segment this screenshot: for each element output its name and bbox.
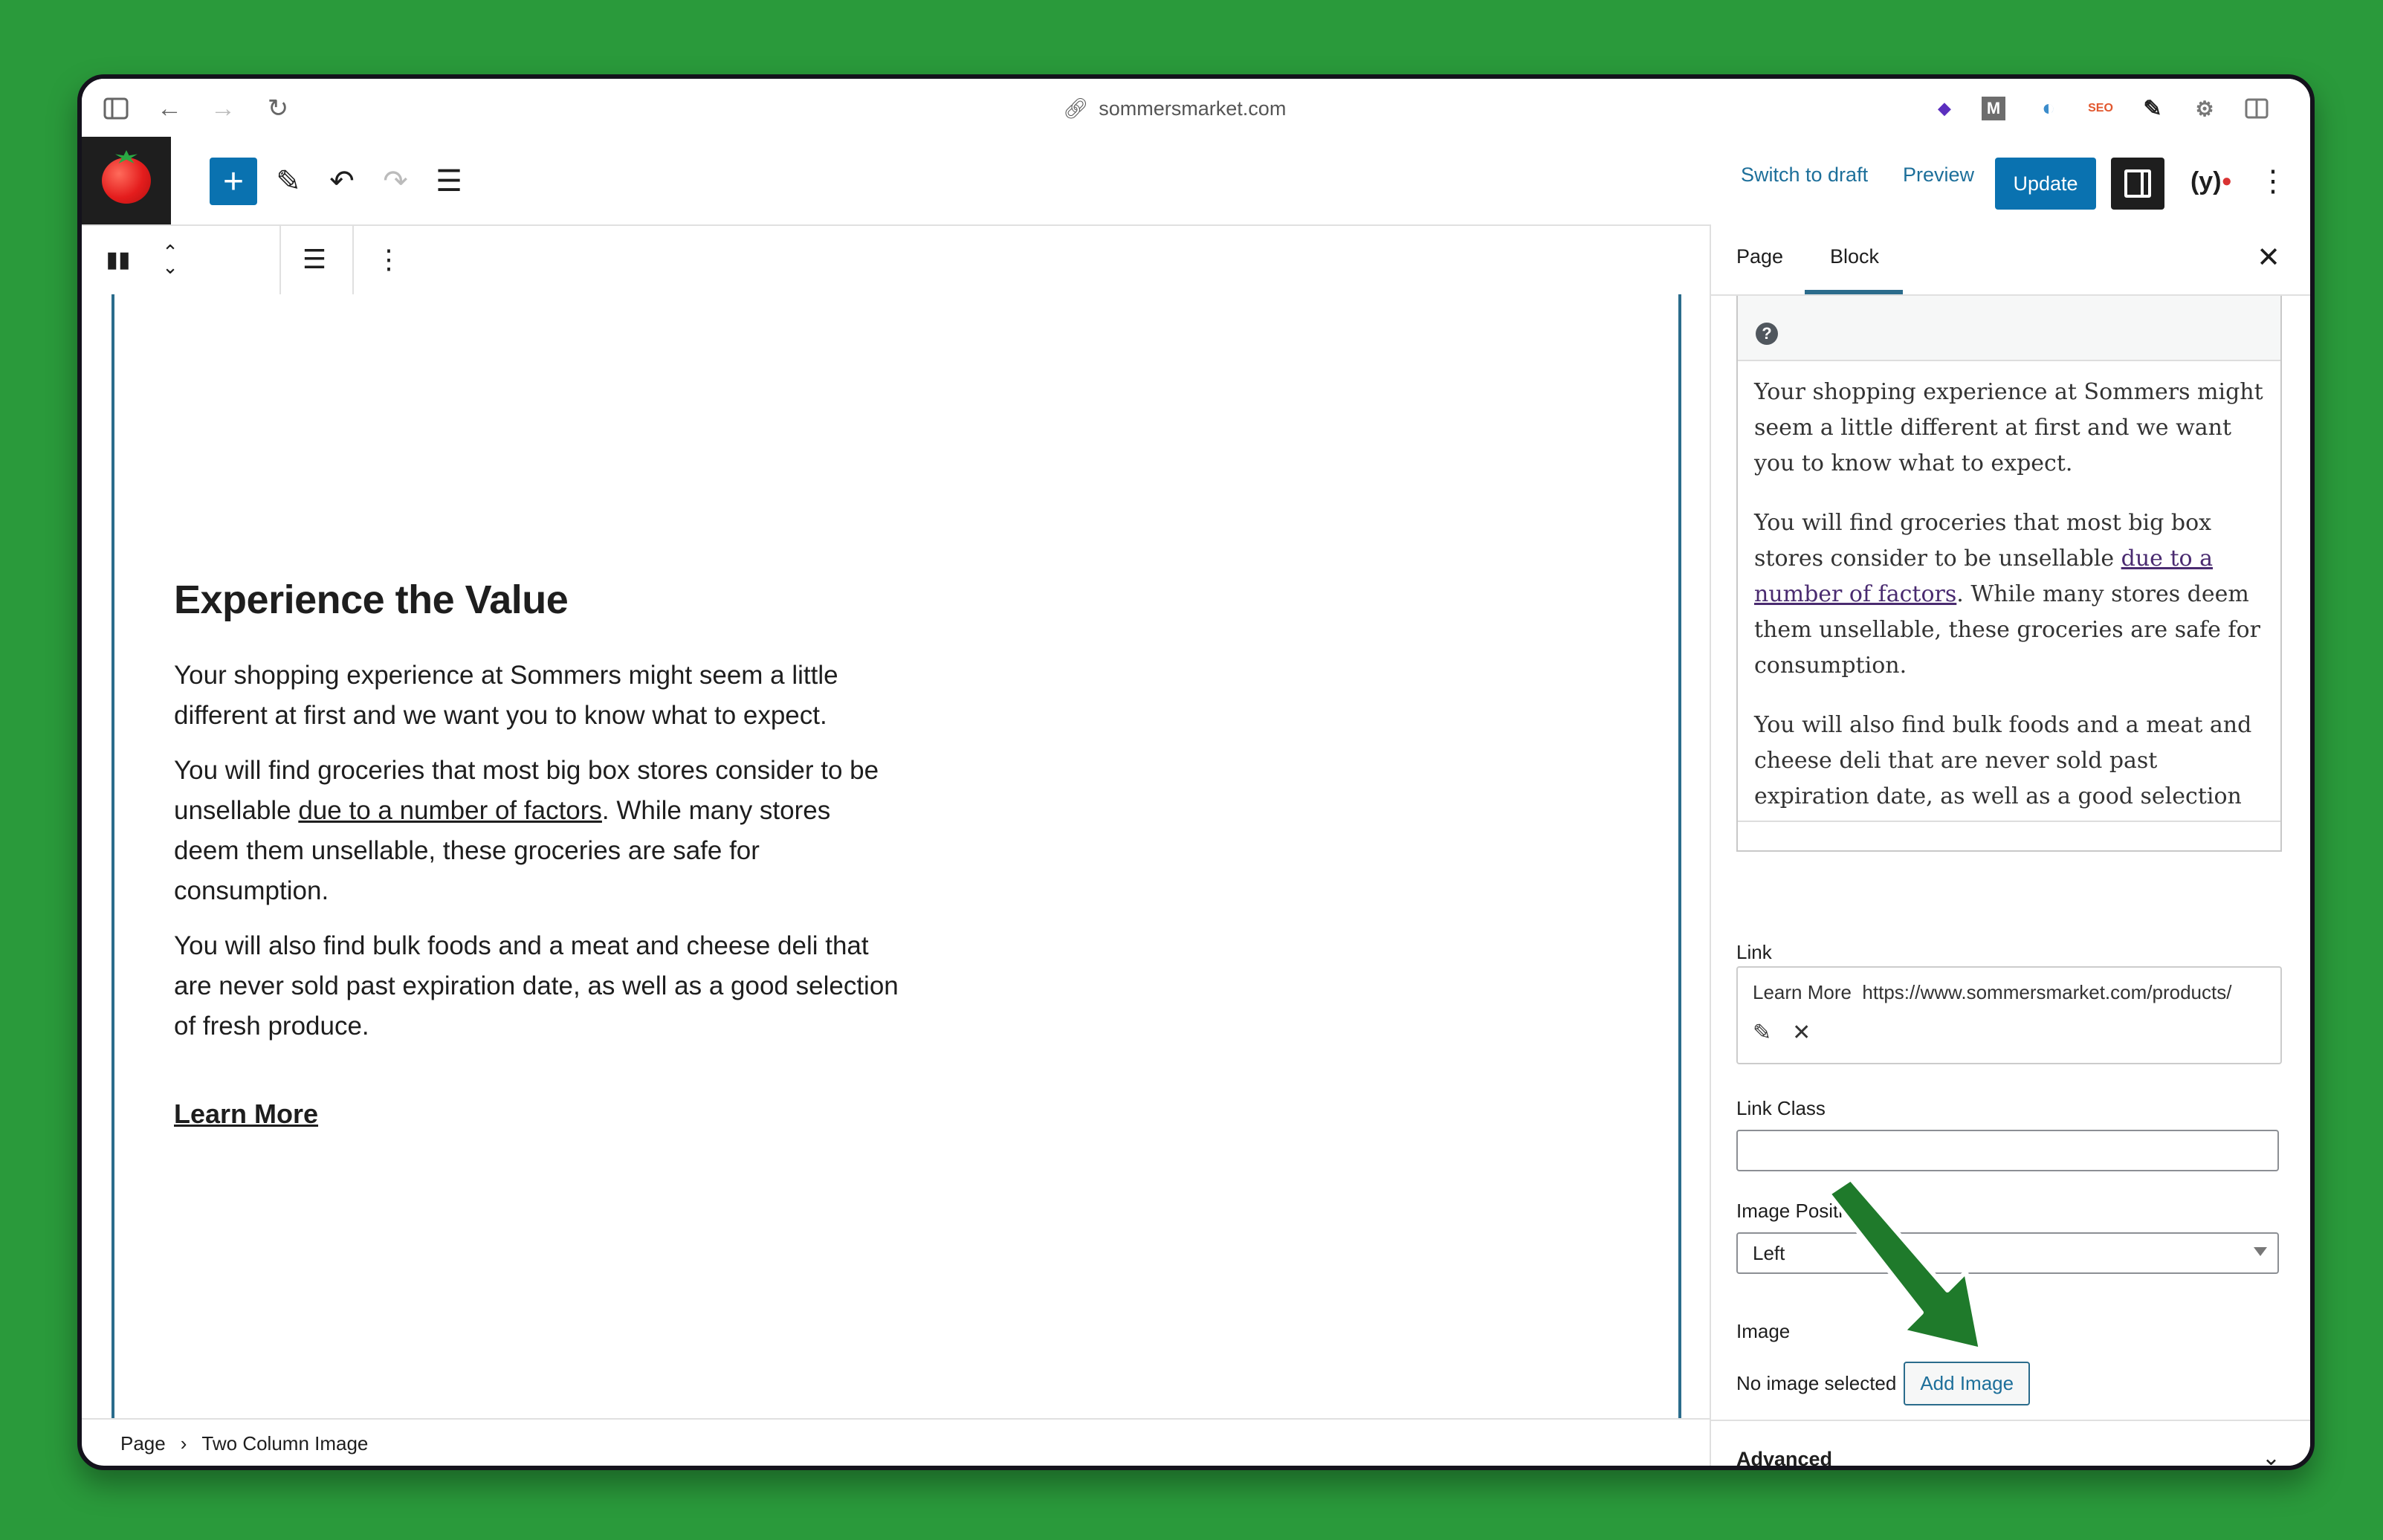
link-url: https://www.sommersmarket.com/products/ xyxy=(1862,981,2232,1003)
add-image-button[interactable]: Add Image xyxy=(1904,1362,2031,1405)
forward-icon[interactable]: → xyxy=(208,94,238,123)
link-text: Learn More xyxy=(1753,981,1852,1003)
settings-sidebar: Page Block ✕ ? Your shopping experience … xyxy=(1710,224,2310,1466)
advanced-label: Advanced xyxy=(1736,1448,1833,1470)
yoast-icon[interactable]: (y) ● xyxy=(2178,158,2245,205)
image-position-label: Image Position xyxy=(1736,1200,1864,1222)
browser-window: ← → ↻ 🔗︎ sommersmarket.com ◆ M ◐ SEO ✎ ⚙… xyxy=(77,74,2315,1470)
block-paragraph-3[interactable]: You will also find bulk foods and a meat… xyxy=(174,926,902,1046)
options-menu-icon[interactable]: ⋮ xyxy=(2249,158,2297,205)
sidebar-panel-icon xyxy=(2124,169,2151,198)
link-label: Link xyxy=(1736,941,1772,963)
selected-block-outline[interactable]: Experience the Value Your shopping exper… xyxy=(111,294,1681,1418)
editor-resize-handle[interactable] xyxy=(1738,821,2280,850)
split-view-icon[interactable] xyxy=(2242,94,2272,123)
image-control: No image selected Add Image xyxy=(1736,1362,2031,1405)
editor-paragraph-1: Your shopping experience at Sommers migh… xyxy=(1754,379,2263,476)
settings-toggle-button[interactable] xyxy=(2111,158,2164,210)
address-bar[interactable]: 🔗︎ sommersmarket.com xyxy=(1063,92,1286,125)
active-tab-indicator xyxy=(1805,290,1903,294)
advanced-panel[interactable]: Advanced ⌄ xyxy=(1711,1420,2310,1470)
align-icon[interactable]: ☰ xyxy=(297,242,332,276)
breadcrumb: Page › Two Column Image xyxy=(82,1418,1748,1466)
factors-link[interactable]: due to a number of factors xyxy=(298,796,602,825)
editor-content[interactable]: Your shopping experience at Sommers migh… xyxy=(1754,375,2267,850)
breadcrumb-page[interactable]: Page xyxy=(120,1432,166,1455)
reload-icon[interactable]: ↻ xyxy=(263,94,293,123)
learn-more-link[interactable]: Learn More xyxy=(174,1099,318,1130)
tab-page[interactable]: Page xyxy=(1736,245,1783,268)
columns-block-icon[interactable]: ▮▮ xyxy=(101,242,135,276)
chevron-right-icon: › xyxy=(180,1431,187,1455)
block-toolbar-group-2: ☰ xyxy=(279,224,354,294)
sidebar-icon[interactable] xyxy=(101,94,131,123)
editor-header: + ✎ ↶ ↷ ☰ Switch to draft Preview Update… xyxy=(82,137,2310,226)
tab-block[interactable]: Block xyxy=(1830,245,1879,268)
link-icon: 🔗︎ xyxy=(1063,97,1089,120)
image-label: Image xyxy=(1736,1320,1791,1342)
add-block-button[interactable]: + xyxy=(210,158,257,205)
tomato-icon xyxy=(102,158,151,204)
editor-paragraph-2: You will find groceries that most big bo… xyxy=(1754,505,2267,684)
link-class-input[interactable] xyxy=(1736,1130,2279,1171)
link-class-label: Link Class xyxy=(1736,1097,1826,1119)
stack-extension-icon[interactable]: ◆ xyxy=(1930,94,1959,123)
image-position-value: Left xyxy=(1753,1241,1785,1264)
block-toolbar-group-1: ▮▮ ⌃ ⌄ xyxy=(82,224,281,294)
block-toolbar: ▮▮ ⌃ ⌄ ☰ ⋮ xyxy=(82,224,1707,296)
classic-text-editor[interactable]: ? Your shopping experience at Sommers mi… xyxy=(1736,269,2282,852)
block-paragraph-1[interactable]: Your shopping experience at Sommers migh… xyxy=(174,656,902,736)
eyedropper-extension-icon[interactable]: ✎ xyxy=(2138,94,2167,123)
extensions-settings-icon[interactable]: ⚙ xyxy=(2190,94,2219,123)
block-heading[interactable]: Experience the Value xyxy=(174,577,902,623)
block-paragraph-2[interactable]: You will find groceries that most big bo… xyxy=(174,751,902,911)
close-icon[interactable]: ✕ xyxy=(2257,241,2280,274)
link-field: Learn More https://www.sommersmarket.com… xyxy=(1736,966,2282,1064)
image-position-select[interactable]: Left xyxy=(1736,1232,2279,1274)
site-logo[interactable] xyxy=(82,137,171,224)
no-image-text: No image selected xyxy=(1736,1372,1897,1394)
redo-icon[interactable]: ↷ xyxy=(372,158,419,205)
m-extension-icon[interactable]: M xyxy=(1982,97,2005,120)
back-icon[interactable]: ← xyxy=(155,94,184,123)
seo-extension-icon[interactable]: SEO xyxy=(2086,94,2115,123)
remove-link-icon[interactable]: ✕ xyxy=(1792,1020,1811,1046)
browser-toolbar: ← → ↻ 🔗︎ sommersmarket.com ◆ M ◐ SEO ✎ ⚙ xyxy=(82,79,2310,137)
editor-canvas: Experience the Value Your shopping exper… xyxy=(82,294,1710,1418)
document-overview-icon[interactable]: ☰ xyxy=(425,158,473,205)
chevron-down-icon: ⌄ xyxy=(2261,1446,2280,1470)
help-icon[interactable]: ? xyxy=(1756,323,1778,345)
move-up-down-icon[interactable]: ⌃ ⌄ xyxy=(153,242,187,276)
edit-tool-icon[interactable]: ✎ xyxy=(265,158,312,205)
pencil-icon[interactable]: ✎ xyxy=(1753,1020,1771,1046)
url-text: sommersmarket.com xyxy=(1099,97,1287,120)
update-button[interactable]: Update xyxy=(1995,158,2096,210)
two-column-image-block[interactable]: Experience the Value Your shopping exper… xyxy=(174,577,902,1130)
undo-icon[interactable]: ↶ xyxy=(318,158,366,205)
dropdown-caret-icon xyxy=(2254,1247,2267,1256)
sidebar-tabs: Page Block ✕ xyxy=(1711,224,2310,296)
password-extension-icon[interactable]: ◐ xyxy=(2034,94,2063,123)
breadcrumb-block[interactable]: Two Column Image xyxy=(201,1432,368,1455)
switch-to-draft-button[interactable]: Switch to draft xyxy=(1741,164,1868,187)
block-more-options-icon[interactable]: ⋮ xyxy=(372,242,406,276)
preview-button[interactable]: Preview xyxy=(1903,164,1974,187)
